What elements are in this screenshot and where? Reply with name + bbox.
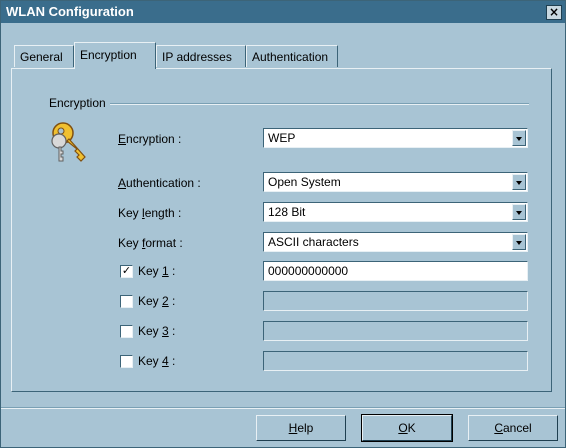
wlan-configuration-dialog: WLAN Configuration × General Encryption … [0, 0, 566, 448]
tab-encryption[interactable]: Encryption [74, 42, 156, 69]
help-button[interactable]: Help [256, 415, 346, 441]
key-1-label: Key 1 : [138, 264, 176, 278]
key-3-input[interactable] [263, 321, 528, 341]
key-2-input[interactable] [263, 291, 528, 311]
check-icon: ✓ [121, 264, 132, 277]
key-4-checkbox[interactable] [120, 355, 133, 368]
key-format-label: Key format : [118, 236, 183, 250]
key-2-checkbox[interactable] [120, 295, 133, 308]
group-label-encryption: Encryption [49, 96, 110, 110]
authentication-select[interactable]: Open System [263, 172, 528, 192]
cancel-button[interactable]: Cancel [468, 415, 558, 441]
tab-general[interactable]: General [14, 45, 74, 67]
encryption-select[interactable]: WEP [263, 128, 528, 148]
chevron-down-icon[interactable] [512, 234, 526, 250]
key-length-select[interactable]: 128 Bit [263, 202, 528, 222]
tab-panel-encryption [11, 68, 552, 392]
tab-authentication[interactable]: Authentication [246, 45, 338, 67]
title-bar[interactable]: WLAN Configuration × [1, 1, 565, 23]
key-3-label: Key 3 : [138, 324, 176, 338]
bottom-divider [1, 407, 565, 409]
chevron-down-icon[interactable] [512, 130, 526, 146]
close-icon: × [548, 5, 560, 19]
key-3-checkbox[interactable] [120, 325, 133, 338]
close-button[interactable]: × [546, 5, 562, 20]
authentication-label: Authentication : [118, 176, 201, 190]
tab-ip-addresses[interactable]: IP addresses [156, 45, 246, 67]
key-2-label: Key 2 : [138, 294, 176, 308]
key-4-label: Key 4 : [138, 354, 176, 368]
chevron-down-icon[interactable] [512, 204, 526, 220]
key-1-checkbox[interactable]: ✓ [120, 265, 133, 278]
key-length-label: Key length : [118, 206, 182, 220]
key-format-select[interactable]: ASCII characters [263, 232, 528, 252]
key-1-input[interactable]: 000000000000 [263, 261, 528, 281]
window-title: WLAN Configuration [6, 4, 134, 19]
group-divider [51, 103, 529, 105]
encryption-label: Encryption : [118, 132, 182, 146]
ok-button[interactable]: OK [361, 414, 453, 442]
keys-icon [51, 122, 86, 162]
chevron-down-icon[interactable] [512, 174, 526, 190]
key-4-input[interactable] [263, 351, 528, 371]
